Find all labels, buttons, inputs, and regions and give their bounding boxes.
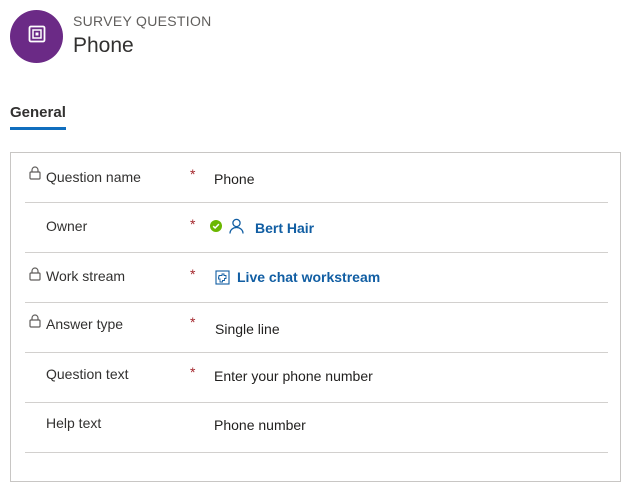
required-marker: * (190, 314, 196, 330)
field-label-work-stream: Work stream (46, 268, 126, 284)
field-row-question-name: Question name * Phone (25, 153, 608, 203)
person-icon (229, 218, 244, 239)
required-marker: * (190, 166, 196, 182)
general-section: Question name * Phone Owner * Bert Hair … (10, 152, 621, 482)
field-row-help-text: Help text Phone number (25, 403, 608, 453)
question-name-value[interactable]: Phone (214, 171, 254, 187)
page-title: Phone (73, 34, 134, 57)
workstream-icon (215, 270, 230, 290)
presence-available-icon (210, 219, 222, 237)
survey-question-icon (27, 24, 47, 49)
field-label-answer-type: Answer type (46, 316, 124, 332)
lock-icon (29, 267, 41, 281)
entity-type-label: SURVEY QUESTION (73, 13, 212, 29)
tab-list: General (10, 104, 66, 130)
help-text-value[interactable]: Phone number (214, 417, 306, 433)
lock-icon (29, 166, 41, 180)
owner-link[interactable]: Bert Hair (255, 220, 314, 236)
field-label-help-text: Help text (46, 415, 102, 431)
tab-general[interactable]: General (10, 104, 66, 130)
field-row-question-text: Question text * Enter your phone number (25, 353, 608, 403)
field-label-question-text: Question text (46, 366, 129, 382)
field-row-owner: Owner * Bert Hair (25, 203, 608, 253)
work-stream-link[interactable]: Live chat workstream (237, 269, 380, 285)
field-label-question-name: Question name (46, 169, 141, 185)
required-marker: * (190, 364, 196, 380)
field-label-owner: Owner (46, 218, 88, 234)
record-header: SURVEY QUESTION Phone (10, 10, 610, 66)
question-text-value[interactable]: Enter your phone number (214, 368, 373, 384)
field-row-answer-type: Answer type * Single line (25, 303, 608, 353)
required-marker: * (190, 216, 196, 232)
lock-icon (29, 314, 41, 328)
field-row-work-stream: Work stream * Live chat workstream (25, 253, 608, 303)
answer-type-value[interactable]: Single line (215, 321, 280, 337)
required-marker: * (190, 266, 196, 282)
entity-avatar (10, 10, 63, 63)
